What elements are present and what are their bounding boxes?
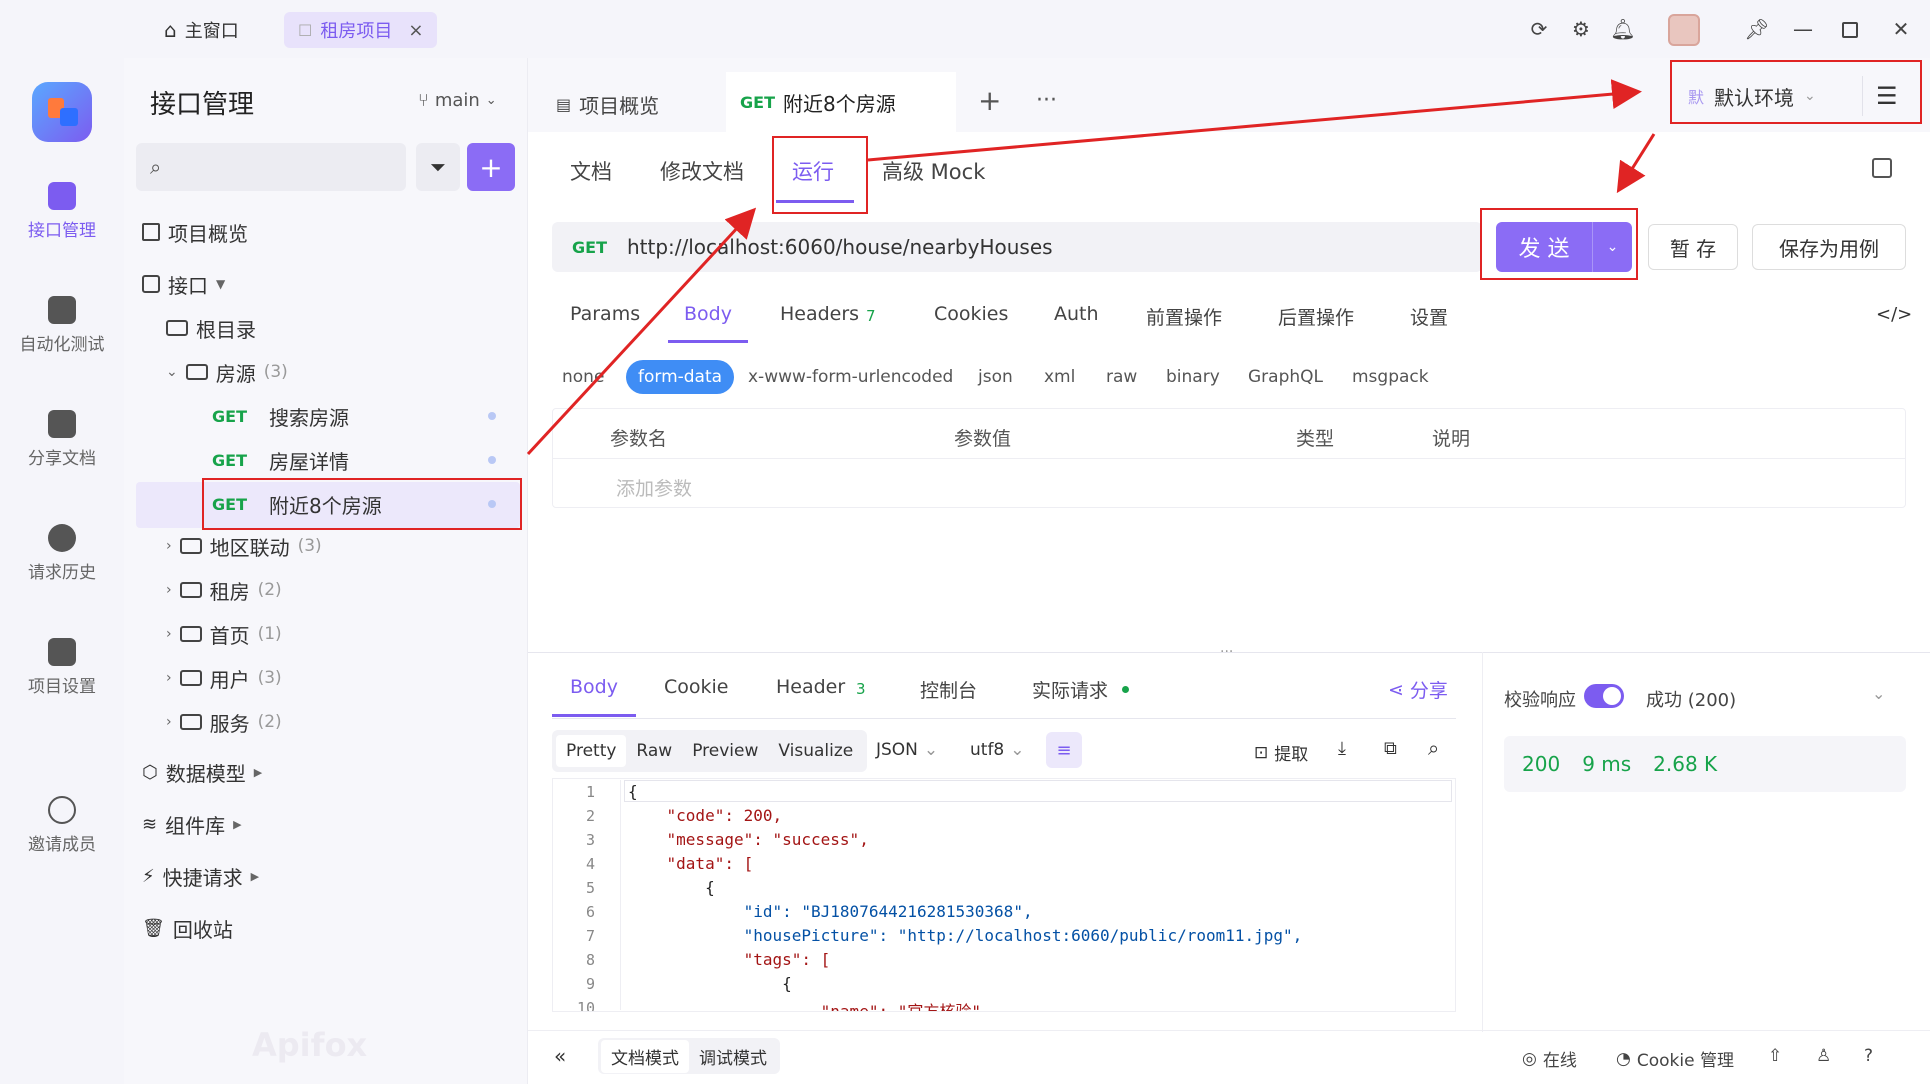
arrow-to-send	[1616, 133, 1656, 194]
annotation-arrows	[526, 79, 1656, 456]
arrow-to-run	[526, 207, 757, 456]
arrow-to-env	[867, 79, 1642, 162]
